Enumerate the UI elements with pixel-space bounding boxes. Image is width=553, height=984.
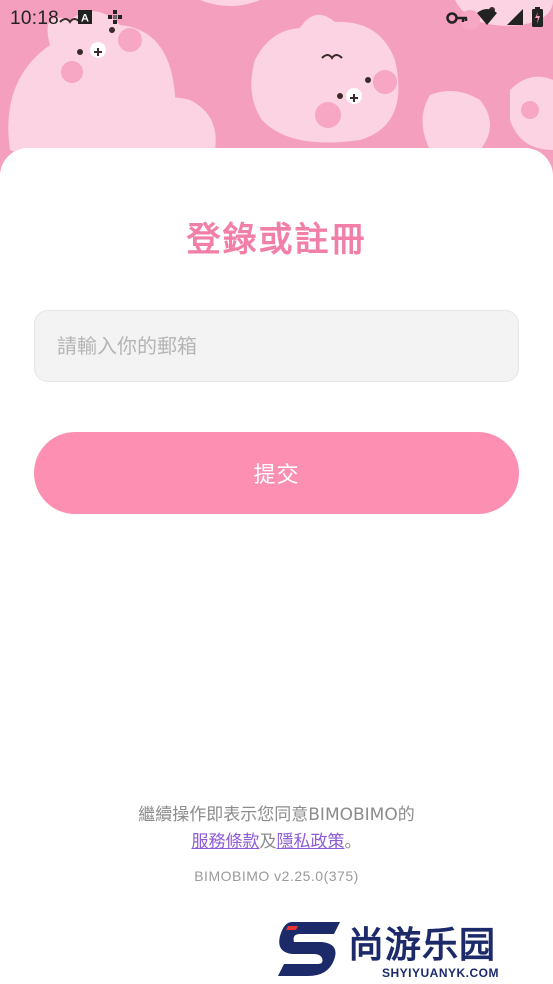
agreement-conjunction: 及 [259, 832, 277, 852]
terms-of-service-link[interactable]: 服務條款 [192, 832, 260, 852]
agreement-suffix: 。 [344, 832, 362, 852]
watermark: 尚游乐园 SHYIYUANYK.COM [276, 914, 553, 984]
status-bar: 10:18 A [0, 0, 553, 38]
app-version: BIMOBIMO v2.25.0(375) [194, 868, 359, 884]
email-field[interactable] [34, 310, 519, 382]
agreement-prefix: 繼續操作即表示您同意BIMOBIMO的 [138, 805, 415, 825]
battery-icon [532, 7, 543, 31]
watermark-logo-icon [278, 918, 344, 984]
status-time: 10:18 [10, 8, 60, 29]
page-title: 登錄或註冊 [186, 220, 367, 260]
login-card [0, 148, 553, 984]
vpn-key-icon [446, 10, 468, 29]
wifi-icon [476, 8, 498, 30]
svg-text:A: A [81, 13, 89, 25]
agreement-notice: 繼續操作即表示您同意BIMOBIMO的 服務條款及隱私政策。 [0, 802, 553, 856]
watermark-title: 尚游乐园 [348, 925, 497, 966]
watermark-subtitle: SHYIYUANYK.COM [382, 966, 500, 980]
signal-icon [506, 8, 524, 30]
privacy-policy-link[interactable]: 隱私政策 [277, 832, 345, 852]
submit-button[interactable]: 提交 [34, 432, 519, 514]
app-a-icon: A [77, 9, 93, 29]
grid-dots-icon [107, 9, 123, 29]
